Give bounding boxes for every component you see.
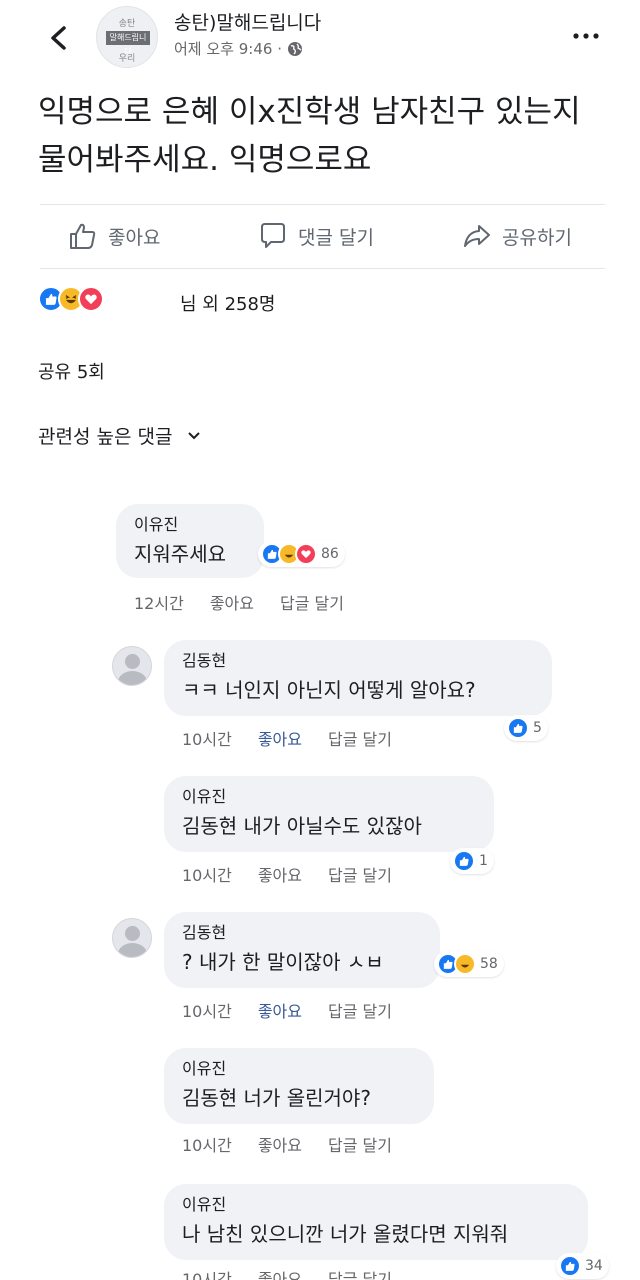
comment-reactions-badge[interactable]: 5 <box>504 715 548 741</box>
globe-icon <box>287 41 302 56</box>
comment-meta: 10시간 좋아요 답글 달기 <box>182 998 392 1022</box>
like-button-label: 좋아요 <box>108 226 161 249</box>
comment-reply-button[interactable]: 답글 달기 <box>328 726 392 750</box>
comment-bubble[interactable]: 이유진 지워주세요 <box>116 504 264 578</box>
comment-author[interactable]: 이유진 <box>182 1194 570 1216</box>
comment-text: ? 내가 한 말이잖아 ㅅㅂ <box>182 950 384 974</box>
comment-reaction-count: 86 <box>321 546 339 562</box>
share-button-label: 공유하기 <box>502 226 572 249</box>
page-avatar[interactable]: 송탄 말해드립니다 우리 <box>96 6 158 68</box>
comment-time[interactable]: 10시간 <box>182 998 232 1022</box>
comment-bubble[interactable]: 이유진 나 남친 있으니깐 너가 올렸다면 지워줘 <box>164 1184 588 1260</box>
more-options-icon[interactable] <box>568 20 604 50</box>
comment-button[interactable]: 댓글 달기 <box>258 214 374 258</box>
divider <box>40 268 605 269</box>
like-icon <box>507 717 529 739</box>
reaction-count[interactable]: 님 외 258명 <box>180 290 275 316</box>
comment-meta: 10시간 좋아요 답글 달기 <box>182 726 392 750</box>
comment-reply-button[interactable]: 답글 달기 <box>280 590 344 614</box>
comment-time[interactable]: 10시간 <box>182 1132 232 1156</box>
divider <box>40 204 605 205</box>
comment-author[interactable]: 이유진 <box>182 786 476 808</box>
post-header: 송탄 말해드립니다 우리 송탄)말해드립니다 어제 오후 9:46 · <box>0 0 640 80</box>
love-icon <box>295 543 317 565</box>
avatar-text-band: 말해드립니다 <box>106 31 150 56</box>
avatar[interactable] <box>112 918 152 958</box>
chevron-down-icon <box>188 431 201 439</box>
like-icon <box>453 850 475 872</box>
post-timestamp[interactable]: 어제 오후 9:46 · <box>174 38 282 59</box>
comment-time[interactable]: 12시간 <box>134 590 184 614</box>
like-button[interactable]: 좋아요 <box>68 214 160 258</box>
comment-reply-button[interactable]: 답글 달기 <box>328 862 392 886</box>
post-text: 익명으로 은혜 이x진학생 남자친구 있는지 물어봐주세요. 익명으로요 <box>38 94 581 178</box>
comment-meta: 10시간 좋아요 답글 달기 <box>182 862 392 886</box>
comment-text: ㅋㅋ 너인지 아닌지 어떻게 알아요? <box>182 678 476 702</box>
comment-reactions-badge[interactable]: 86 <box>258 541 345 567</box>
comment-bubble[interactable]: 김동현 ㅋㅋ 너인지 아닌지 어떻게 알아요? <box>164 640 552 716</box>
comment-author[interactable]: 김동현 <box>182 922 422 944</box>
comment-reactions-badge[interactable]: 58 <box>434 951 504 977</box>
page-name[interactable]: 송탄)말해드립니다 <box>174 8 321 35</box>
post-timestamp-row: 어제 오후 9:46 · <box>174 38 303 59</box>
sort-label: 관련성 높은 댓글 <box>38 426 173 448</box>
comment-text: 김동현 너가 올린거야? <box>182 1086 371 1110</box>
comment-reaction-count: 58 <box>480 956 498 972</box>
comment-reaction-count: 34 <box>585 1258 603 1274</box>
comment-like-button[interactable]: 좋아요 <box>258 862 302 886</box>
comment-text: 김동현 내가 아닐수도 있잖아 <box>182 814 422 838</box>
comment-reply-button[interactable]: 답글 달기 <box>328 1266 392 1280</box>
like-icon <box>559 1255 581 1277</box>
share-arrow-icon <box>464 225 490 247</box>
comment-meta: 10시간 좋아요 답글 달기 <box>182 1266 392 1280</box>
comment-author[interactable]: 이유진 <box>134 514 246 536</box>
comment-meta: 10시간 좋아요 답글 달기 <box>182 1132 392 1156</box>
comment-author[interactable]: 김동현 <box>182 650 534 672</box>
comment-text: 나 남친 있으니깐 너가 올렸다면 지워줘 <box>182 1222 509 1246</box>
comment-text: 지워주세요 <box>134 542 226 566</box>
reaction-icons[interactable] <box>38 286 104 312</box>
haha-icon <box>454 953 476 975</box>
comment-reply-button[interactable]: 답글 달기 <box>328 1132 392 1156</box>
share-button[interactable]: 공유하기 <box>462 214 572 258</box>
comment-reply-button[interactable]: 답글 달기 <box>328 998 392 1022</box>
back-arrow-icon[interactable] <box>44 20 74 56</box>
comment-button-label: 댓글 달기 <box>298 226 374 249</box>
comment-time[interactable]: 10시간 <box>182 726 232 750</box>
comment-bubble[interactable]: 김동현 ? 내가 한 말이잖아 ㅅㅂ <box>164 912 440 988</box>
comment-like-button[interactable]: 좋아요 <box>258 1266 302 1280</box>
comment-time[interactable]: 10시간 <box>182 862 232 886</box>
share-count[interactable]: 공유 5회 <box>38 358 105 384</box>
thumbs-up-icon <box>70 223 96 249</box>
comment-bubble-icon <box>261 223 285 248</box>
comment-reaction-count: 1 <box>479 853 488 869</box>
comment-reaction-count: 5 <box>533 720 542 736</box>
comment-reactions-badge[interactable]: 1 <box>450 848 494 874</box>
comment-bubble[interactable]: 이유진 김동현 너가 올린거야? <box>164 1048 434 1124</box>
comment-time[interactable]: 10시간 <box>182 1266 232 1280</box>
comment-meta: 12시간 좋아요 답글 달기 <box>134 590 344 614</box>
comment-author[interactable]: 이유진 <box>182 1058 416 1080</box>
comment-sort-dropdown[interactable]: 관련성 높은 댓글 <box>38 422 202 449</box>
comment-bubble[interactable]: 이유진 김동현 내가 아닐수도 있잖아 <box>164 776 494 852</box>
comment-like-button[interactable]: 좋아요 <box>210 590 254 614</box>
comment-like-button[interactable]: 좋아요 <box>258 726 302 750</box>
comment-reactions-badge[interactable]: 34 <box>556 1253 609 1279</box>
avatar-text-top: 송탄 <box>118 19 136 29</box>
comment-like-button[interactable]: 좋아요 <box>258 998 302 1022</box>
avatar-text-bottom: 우리 <box>118 54 136 64</box>
avatar[interactable] <box>112 646 152 686</box>
love-icon <box>78 286 104 312</box>
comment-like-button[interactable]: 좋아요 <box>258 1132 302 1156</box>
